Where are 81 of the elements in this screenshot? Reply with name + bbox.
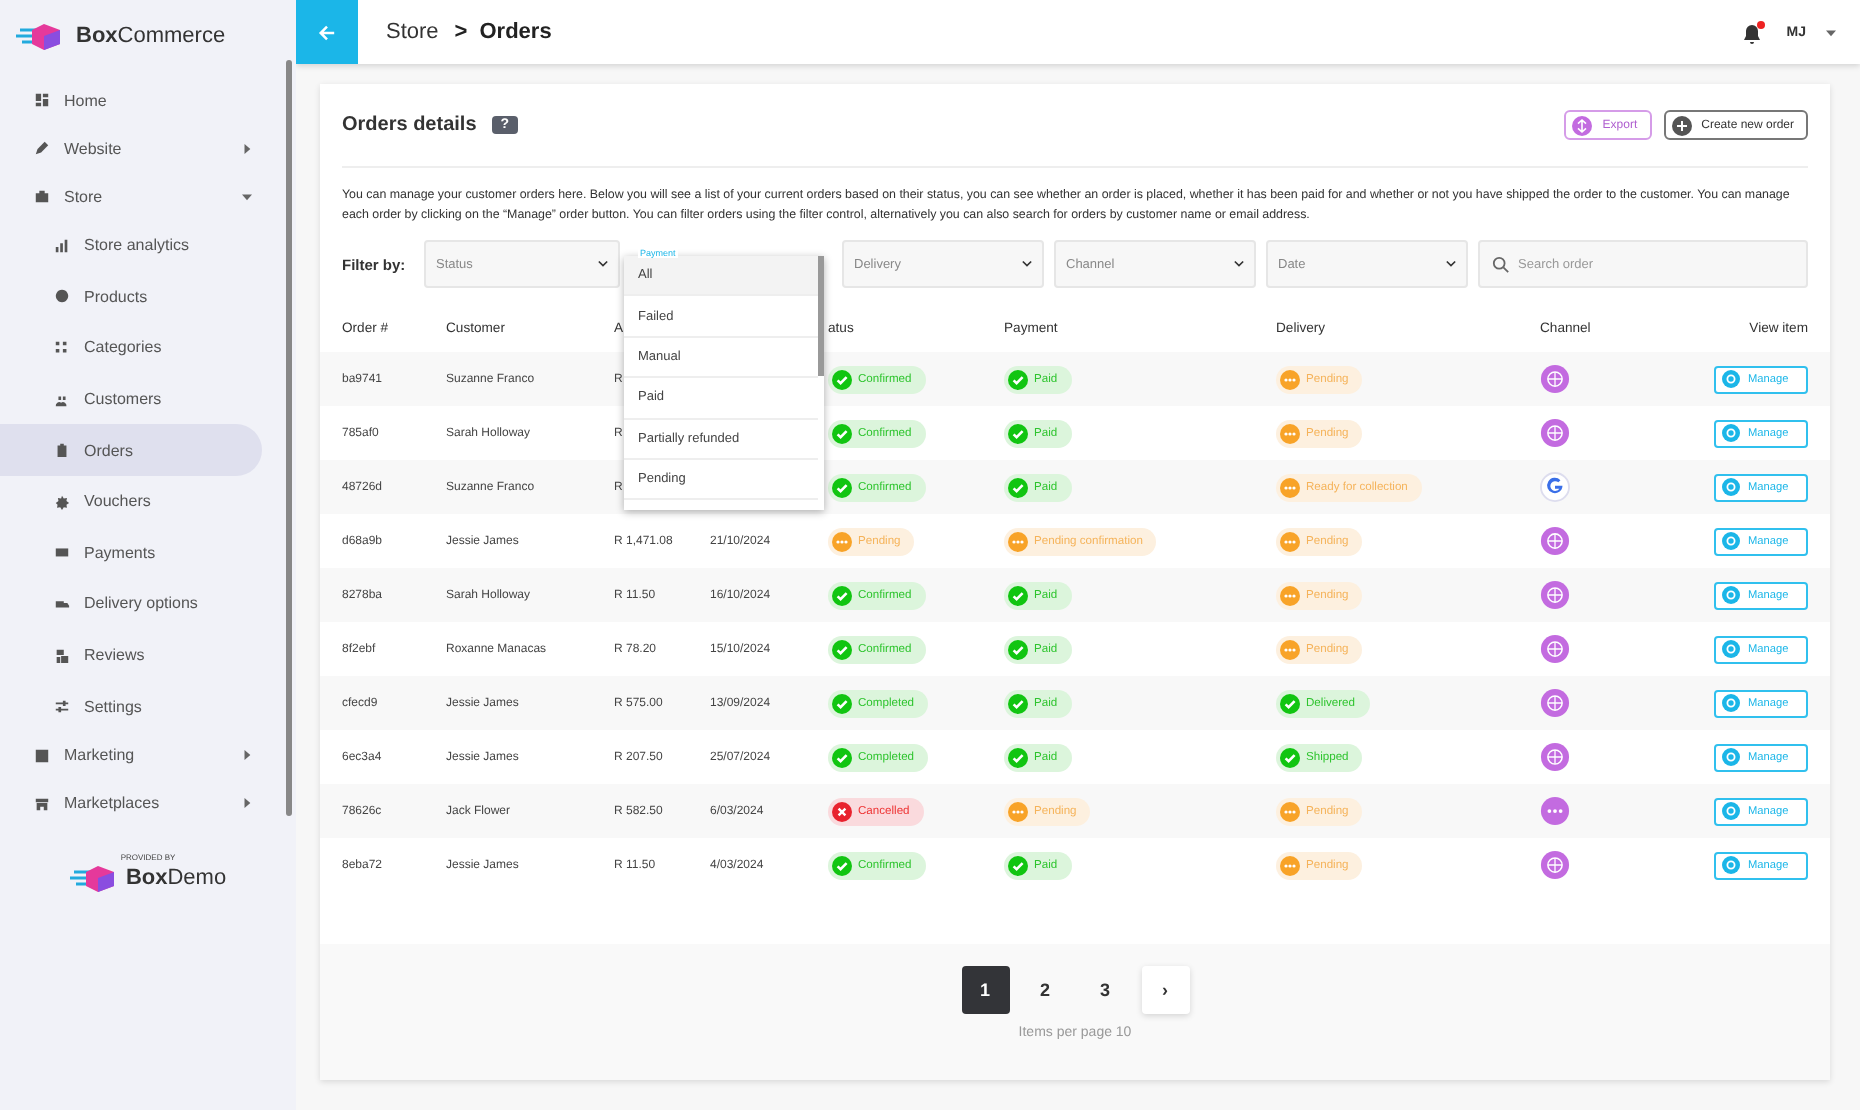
dots-icon [54,339,70,356]
sidebar-item[interactable]: Delivery options [0,578,296,630]
next-page-button[interactable]: › [1141,966,1189,1014]
page-button[interactable]: 1 [961,966,1009,1014]
grid-icon [34,92,50,108]
check-icon [1008,747,1028,767]
search-icon [1492,255,1510,273]
check-icon [832,369,852,389]
check-icon [1280,747,1300,767]
pen-icon [34,140,50,156]
check-icon [1280,693,1300,713]
caret-icon [1826,27,1836,37]
check-icon [1008,585,1028,605]
check-icon [1008,639,1028,659]
caret-icon [242,143,252,153]
dots-icon [1280,531,1300,551]
sidebar-item[interactable]: Vouchers [0,475,296,528]
sidebar-item[interactable]: Orders [0,424,262,476]
dots-icon [1280,369,1300,389]
demo-brand-name: BoxDemo [125,865,227,890]
page-button[interactable]: 2 [1021,966,1069,1014]
shop-icon [34,795,50,812]
check-icon [832,693,852,713]
dots-icon [1280,855,1300,875]
dots-icon [1280,477,1300,497]
people-icon [54,391,70,408]
cross-icon [832,801,852,821]
brand-name: BoxCommerce [76,24,226,48]
sidebar-item[interactable]: Products [0,271,296,323]
sidebar-item[interactable]: Settings [0,680,296,732]
dots-icon [1280,801,1300,821]
check-icon [832,747,852,767]
plus-icon [1671,115,1692,135]
check-icon [832,477,852,497]
back-button[interactable] [296,0,358,64]
breadcrumb-link[interactable]: Store [386,20,439,44]
sidebar-item[interactable]: Reviews [0,629,296,681]
scrollbar[interactable] [286,60,292,816]
sidebar-item[interactable]: Customers [0,373,296,425]
caret-icon [242,191,252,201]
caret-icon [242,750,252,761]
card-icon [54,544,70,561]
check-icon [832,855,852,875]
chevron-icon [1234,260,1244,268]
sliders-icon [54,698,70,715]
dots-icon [1280,585,1300,605]
breadcrumb-current: Orders [479,20,552,44]
check-icon [1008,423,1028,443]
dots-icon [1280,423,1300,443]
caret-icon [242,798,252,809]
dots-icon [1008,801,1028,821]
check-icon [1008,855,1028,875]
dropdown-scrollbar[interactable] [818,256,824,376]
check-icon [832,639,852,659]
sidebar-item[interactable]: Categories [0,322,296,374]
sidebar-item[interactable]: Payments [0,527,296,579]
chevron-icon [1446,260,1456,268]
dots-icon [832,531,852,551]
sidebar-item[interactable]: Store [0,172,296,220]
sidebar-item[interactable]: Store analytics [0,220,296,272]
sidebar-item[interactable]: Marketplaces [0,779,296,828]
check-icon [1008,369,1028,389]
card-title: Orders details [342,114,477,136]
chevron-icon [1022,260,1032,268]
chart-icon [54,237,70,254]
check-icon [1008,477,1028,497]
breadcrumb-separator: > [454,20,468,44]
check-icon [1008,693,1028,713]
bag-icon [34,188,50,204]
export-icon [1572,115,1593,135]
dots-icon [1008,531,1028,551]
sidebar-item[interactable]: Marketing [0,731,296,780]
check-icon [832,423,852,443]
dots-icon [1280,639,1300,659]
page-button[interactable]: 3 [1081,966,1129,1014]
sidebar-item[interactable]: Website [0,124,296,172]
sidebar-item[interactable]: Home [0,76,296,124]
chevron-icon [598,260,608,268]
back-arrow-icon [318,23,336,41]
check-icon [832,585,852,605]
notification-bell-icon[interactable] [1740,19,1767,45]
